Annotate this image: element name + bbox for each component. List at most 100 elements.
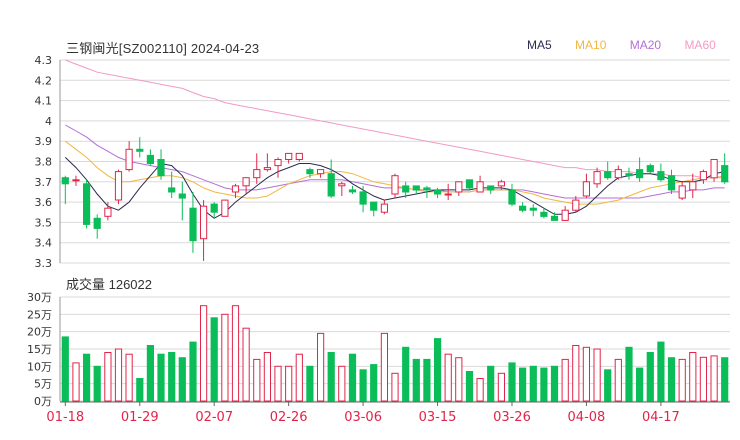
candle-down: [146, 154, 155, 164]
volume-bar-up: [380, 332, 388, 402]
volume-bar-down: [306, 365, 314, 402]
candle-up: [242, 177, 250, 187]
candle-down: [657, 171, 665, 181]
candle-down: [434, 189, 442, 195]
volume-tick-label: 5万: [34, 378, 52, 391]
volume-bar-down: [487, 365, 495, 402]
candle-down: [136, 148, 144, 152]
volume-bar-down: [423, 358, 431, 402]
date-tick-label: 04-17: [642, 410, 680, 425]
volume-tick-label: 15万: [27, 343, 52, 356]
volume-bar-up: [295, 353, 303, 402]
candle-down: [157, 159, 165, 177]
volume-bar-down: [604, 369, 612, 402]
price-tick-label: 3.7: [35, 176, 53, 189]
volume-bar-up: [699, 356, 707, 402]
volume-bar-down: [550, 365, 559, 402]
price-tick-label: 3.6: [35, 196, 53, 209]
volume-tick-label: 25万: [27, 308, 52, 321]
volume-bar-up: [561, 358, 569, 402]
volume-bar-down: [348, 353, 357, 402]
candle-down: [625, 173, 633, 177]
volume-bar-down: [519, 367, 527, 402]
volume-bar-up: [614, 358, 622, 402]
candle-up: [710, 159, 718, 179]
candle-up: [476, 181, 484, 193]
candle-up: [274, 159, 282, 167]
candle-up: [455, 181, 463, 193]
candle-down: [636, 169, 644, 179]
date-tick-label: 03-26: [493, 410, 531, 425]
volume-bar-down: [210, 317, 218, 402]
candle-down: [189, 207, 197, 242]
candle-up: [221, 199, 229, 217]
candle-down: [61, 177, 69, 185]
date-tick-label: 01-18: [46, 410, 84, 425]
candle-down: [210, 203, 218, 213]
price-tick-label: 3.5: [35, 216, 53, 229]
candle-up: [125, 148, 133, 171]
candle-up: [338, 183, 346, 187]
candle-up: [614, 169, 622, 179]
volume-bar-down: [721, 357, 729, 402]
volume-bar-down: [625, 346, 633, 402]
candle-up: [391, 175, 399, 195]
volume-bar-down: [402, 346, 410, 402]
volume-bar-down: [146, 345, 155, 402]
price-tick-label: 3.8: [35, 156, 53, 169]
candle-up: [231, 185, 240, 193]
volume-bar-up: [593, 348, 601, 402]
volume-tick-label: 10万: [27, 360, 52, 373]
volume-bar-up: [231, 305, 240, 402]
candle-down: [646, 165, 654, 173]
candle-up: [561, 209, 569, 221]
volume-bar-up: [200, 305, 208, 402]
volume-bar-up: [338, 365, 346, 402]
price-tick-label: 4.2: [35, 74, 53, 87]
candle-up: [114, 171, 123, 201]
volume-bar-up: [274, 365, 282, 402]
candle-down: [83, 183, 91, 225]
candle-down: [412, 185, 420, 191]
candle-down: [604, 171, 612, 179]
stock-chart: 4.3 4.2 4.1 4 3.9 3.8 3.7 3.6 3.5 3.4 3.3 30万 25万 20万…: [27, 54, 730, 425]
volume-tick-label: 20万: [27, 326, 52, 339]
volume-bar-down: [529, 365, 537, 402]
volume-bar-down: [636, 367, 644, 402]
candle-up: [285, 152, 293, 160]
volume-bar-up: [391, 372, 399, 402]
chart-stage: 三钢闽光[SZ002110] 2024-04-23 MA5 MA10 MA20 …: [0, 0, 740, 440]
volume-bar-down: [61, 336, 69, 402]
date-tick-label: 03-15: [419, 410, 457, 425]
volume-bar-down: [168, 352, 176, 402]
volume-bar-down: [412, 358, 420, 402]
volume-bar-up: [455, 357, 463, 402]
volume-tick-label: 0万: [34, 395, 52, 408]
candle-up: [593, 171, 601, 185]
candle-up: [200, 205, 208, 240]
candle-up: [380, 203, 388, 213]
candle-down: [359, 191, 367, 205]
candle-down: [721, 165, 729, 183]
volume-bar-down: [434, 338, 442, 402]
price-tick-label: 4: [45, 115, 52, 128]
volume-bar-down: [465, 371, 474, 402]
volume-bar-down: [136, 378, 144, 402]
volume-bar-up: [710, 355, 718, 402]
candle-down: [327, 173, 335, 197]
candle-up: [689, 181, 697, 191]
date-tick-label: 03-06: [344, 410, 382, 425]
volume-bar-up: [497, 372, 505, 402]
candle-down: [550, 215, 559, 221]
candle-up: [699, 171, 707, 181]
volume-bar-down: [189, 341, 197, 402]
volume-bar-down: [359, 369, 367, 402]
volume-bar-down: [646, 352, 654, 402]
volume-bar-up: [72, 362, 80, 402]
volume-bar-up: [242, 327, 250, 402]
candle-up: [253, 169, 261, 179]
candle-down: [168, 187, 176, 193]
candle-up: [317, 169, 325, 175]
candle-up: [572, 199, 580, 211]
volume-bar-down: [508, 362, 516, 402]
